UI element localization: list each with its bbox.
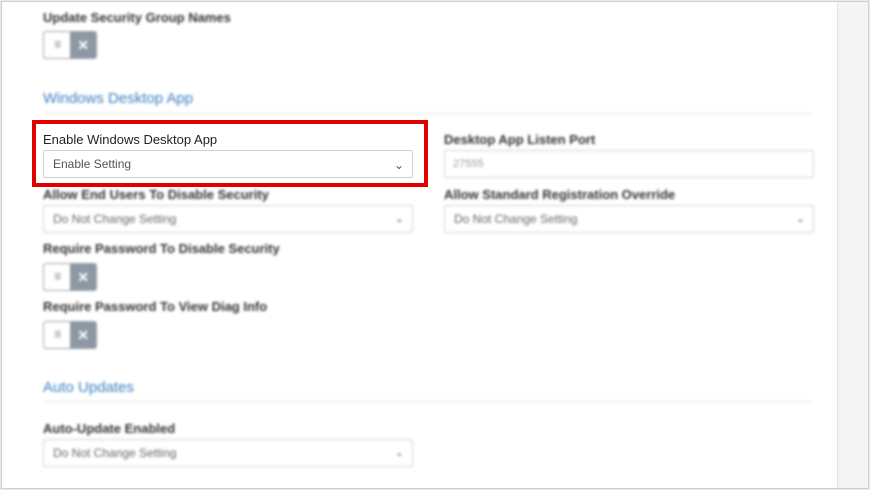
- section-divider: [43, 113, 813, 114]
- close-icon: ✕: [70, 264, 96, 290]
- section-divider: [43, 401, 813, 402]
- grip-icon: III: [54, 39, 61, 51]
- auto-updates-section-title: Auto Updates: [43, 379, 134, 396]
- desktop-app-listen-port-label: Desktop App Listen Port: [444, 132, 596, 147]
- grip-icon: III: [54, 329, 61, 341]
- auto-update-enabled-label: Auto-Update Enabled: [43, 421, 176, 436]
- require-password-view-diag-label: Require Password To View Diag Info: [43, 299, 268, 314]
- close-icon: ✕: [70, 32, 96, 58]
- select-value: Do Not Change Setting: [53, 212, 177, 226]
- require-password-disable-security-label: Require Password To Disable Security: [43, 241, 280, 256]
- require-password-disable-security-toggle[interactable]: III ✕: [43, 263, 97, 291]
- allow-standard-registration-override-label: Allow Standard Registration Override: [444, 187, 676, 202]
- chevron-down-icon: ⌄: [394, 213, 404, 225]
- desktop-app-listen-port-input[interactable]: 27555: [444, 150, 814, 178]
- select-value: Do Not Change Setting: [53, 446, 177, 460]
- require-password-view-diag-toggle[interactable]: III ✕: [43, 321, 97, 349]
- close-icon: ✕: [70, 322, 96, 348]
- grip-icon: III: [54, 271, 61, 283]
- chevron-down-icon: ⌄: [795, 213, 805, 225]
- auto-update-enabled-select[interactable]: Do Not Change Setting ⌄: [43, 439, 413, 467]
- scrollbar[interactable]: [837, 2, 868, 488]
- allow-standard-registration-override-select[interactable]: Do Not Change Setting ⌄: [444, 205, 814, 233]
- update-security-group-names-label: Update Security Group Names: [43, 10, 231, 25]
- windows-desktop-app-section-title: Windows Desktop App: [43, 90, 194, 107]
- select-value: Do Not Change Setting: [454, 212, 578, 226]
- update-security-group-names-toggle[interactable]: III ✕: [43, 31, 97, 59]
- highlight-box: [32, 120, 428, 187]
- allow-end-users-disable-security-label: Allow End Users To Disable Security: [43, 187, 269, 202]
- chevron-down-icon: ⌄: [394, 447, 404, 459]
- settings-panel: Update Security Group Names III ✕ Window…: [1, 1, 869, 489]
- allow-end-users-disable-security-select[interactable]: Do Not Change Setting ⌄: [43, 205, 413, 233]
